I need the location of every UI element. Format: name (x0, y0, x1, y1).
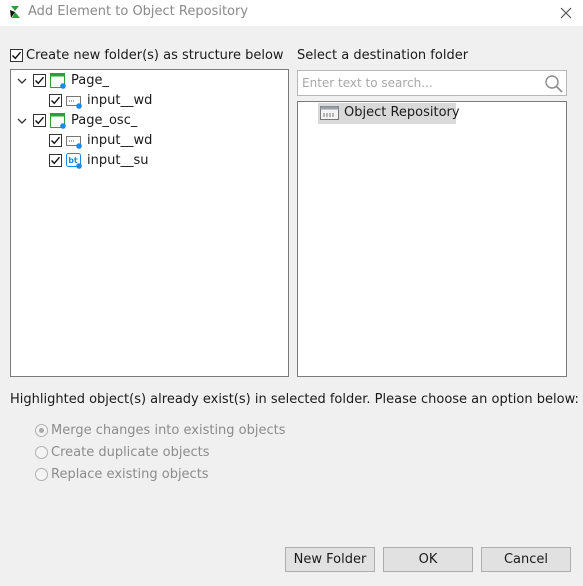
radio-replace[interactable] (35, 468, 48, 481)
tree-node-page[interactable]: Page_ (11, 72, 288, 90)
tree-node-input[interactable]: bt input__su (11, 152, 288, 170)
chevron-down-icon[interactable] (17, 76, 27, 86)
page-icon (50, 73, 66, 89)
cancel-button[interactable]: Cancel (481, 547, 571, 572)
tree-node-page[interactable]: Page_osc_ (11, 112, 288, 130)
tree-node-label: input__su (87, 153, 149, 168)
ok-button[interactable]: OK (383, 547, 473, 572)
search-icon[interactable] (544, 74, 564, 94)
duplicate-option-label[interactable]: Create duplicate objects (51, 445, 209, 460)
close-button[interactable] (553, 2, 579, 24)
tree-node-label: input__wd (87, 133, 153, 148)
tree-node-label: Page_ (71, 73, 109, 88)
textbox-icon (66, 96, 82, 109)
close-icon (560, 7, 572, 19)
tree-node-label: input__wd (87, 93, 153, 108)
create-folders-checkbox[interactable] (10, 49, 23, 62)
chevron-down-icon[interactable] (17, 116, 27, 126)
search-box[interactable] (297, 70, 567, 96)
checkmark-icon (51, 96, 61, 105)
destination-folder-label: Select a destination folder (297, 48, 469, 63)
checkmark-icon (35, 116, 45, 125)
button-bt-icon: bt (66, 153, 82, 169)
checkmark-icon (51, 156, 61, 165)
tree-node-input[interactable]: input__wd (11, 92, 288, 110)
folder-structure-tree[interactable]: Page_ input__wd Page_osc_ input__wd bt i… (10, 69, 289, 377)
checkmark-icon (35, 76, 45, 85)
tree-node-label: Page_osc_ (71, 113, 138, 128)
checkmark-icon (12, 51, 22, 60)
tree-checkbox[interactable] (49, 134, 62, 147)
search-input[interactable] (300, 72, 540, 94)
tree-node-object-repository[interactable]: Object Repository (318, 103, 460, 124)
tree-node-input[interactable]: input__wd (11, 132, 288, 150)
svg-text:bt: bt (68, 156, 78, 165)
repository-icon (320, 106, 339, 120)
textbox-icon (66, 136, 82, 149)
tree-checkbox[interactable] (49, 154, 62, 167)
create-folders-label: Create new folder(s) as structure below (26, 48, 284, 63)
object-repository-label: Object Repository (344, 105, 460, 120)
new-folder-button[interactable]: New Folder (285, 547, 375, 572)
destination-folder-tree[interactable] (297, 101, 567, 377)
tree-checkbox[interactable] (33, 74, 46, 87)
title-bar: Add Element to Object Repository (0, 0, 583, 26)
radio-duplicate[interactable] (35, 446, 48, 459)
existing-objects-message: Highlighted object(s) already exist(s) i… (10, 392, 579, 407)
page-icon (50, 113, 66, 129)
katalon-leaf-icon (10, 6, 20, 18)
checkmark-icon (51, 136, 61, 145)
merge-option-label[interactable]: Merge changes into existing objects (51, 423, 286, 438)
window-title: Add Element to Object Repository (28, 4, 249, 19)
tree-checkbox[interactable] (33, 114, 46, 127)
replace-option-label[interactable]: Replace existing objects (51, 467, 209, 482)
tree-checkbox[interactable] (49, 94, 62, 107)
radio-merge[interactable] (35, 424, 48, 437)
